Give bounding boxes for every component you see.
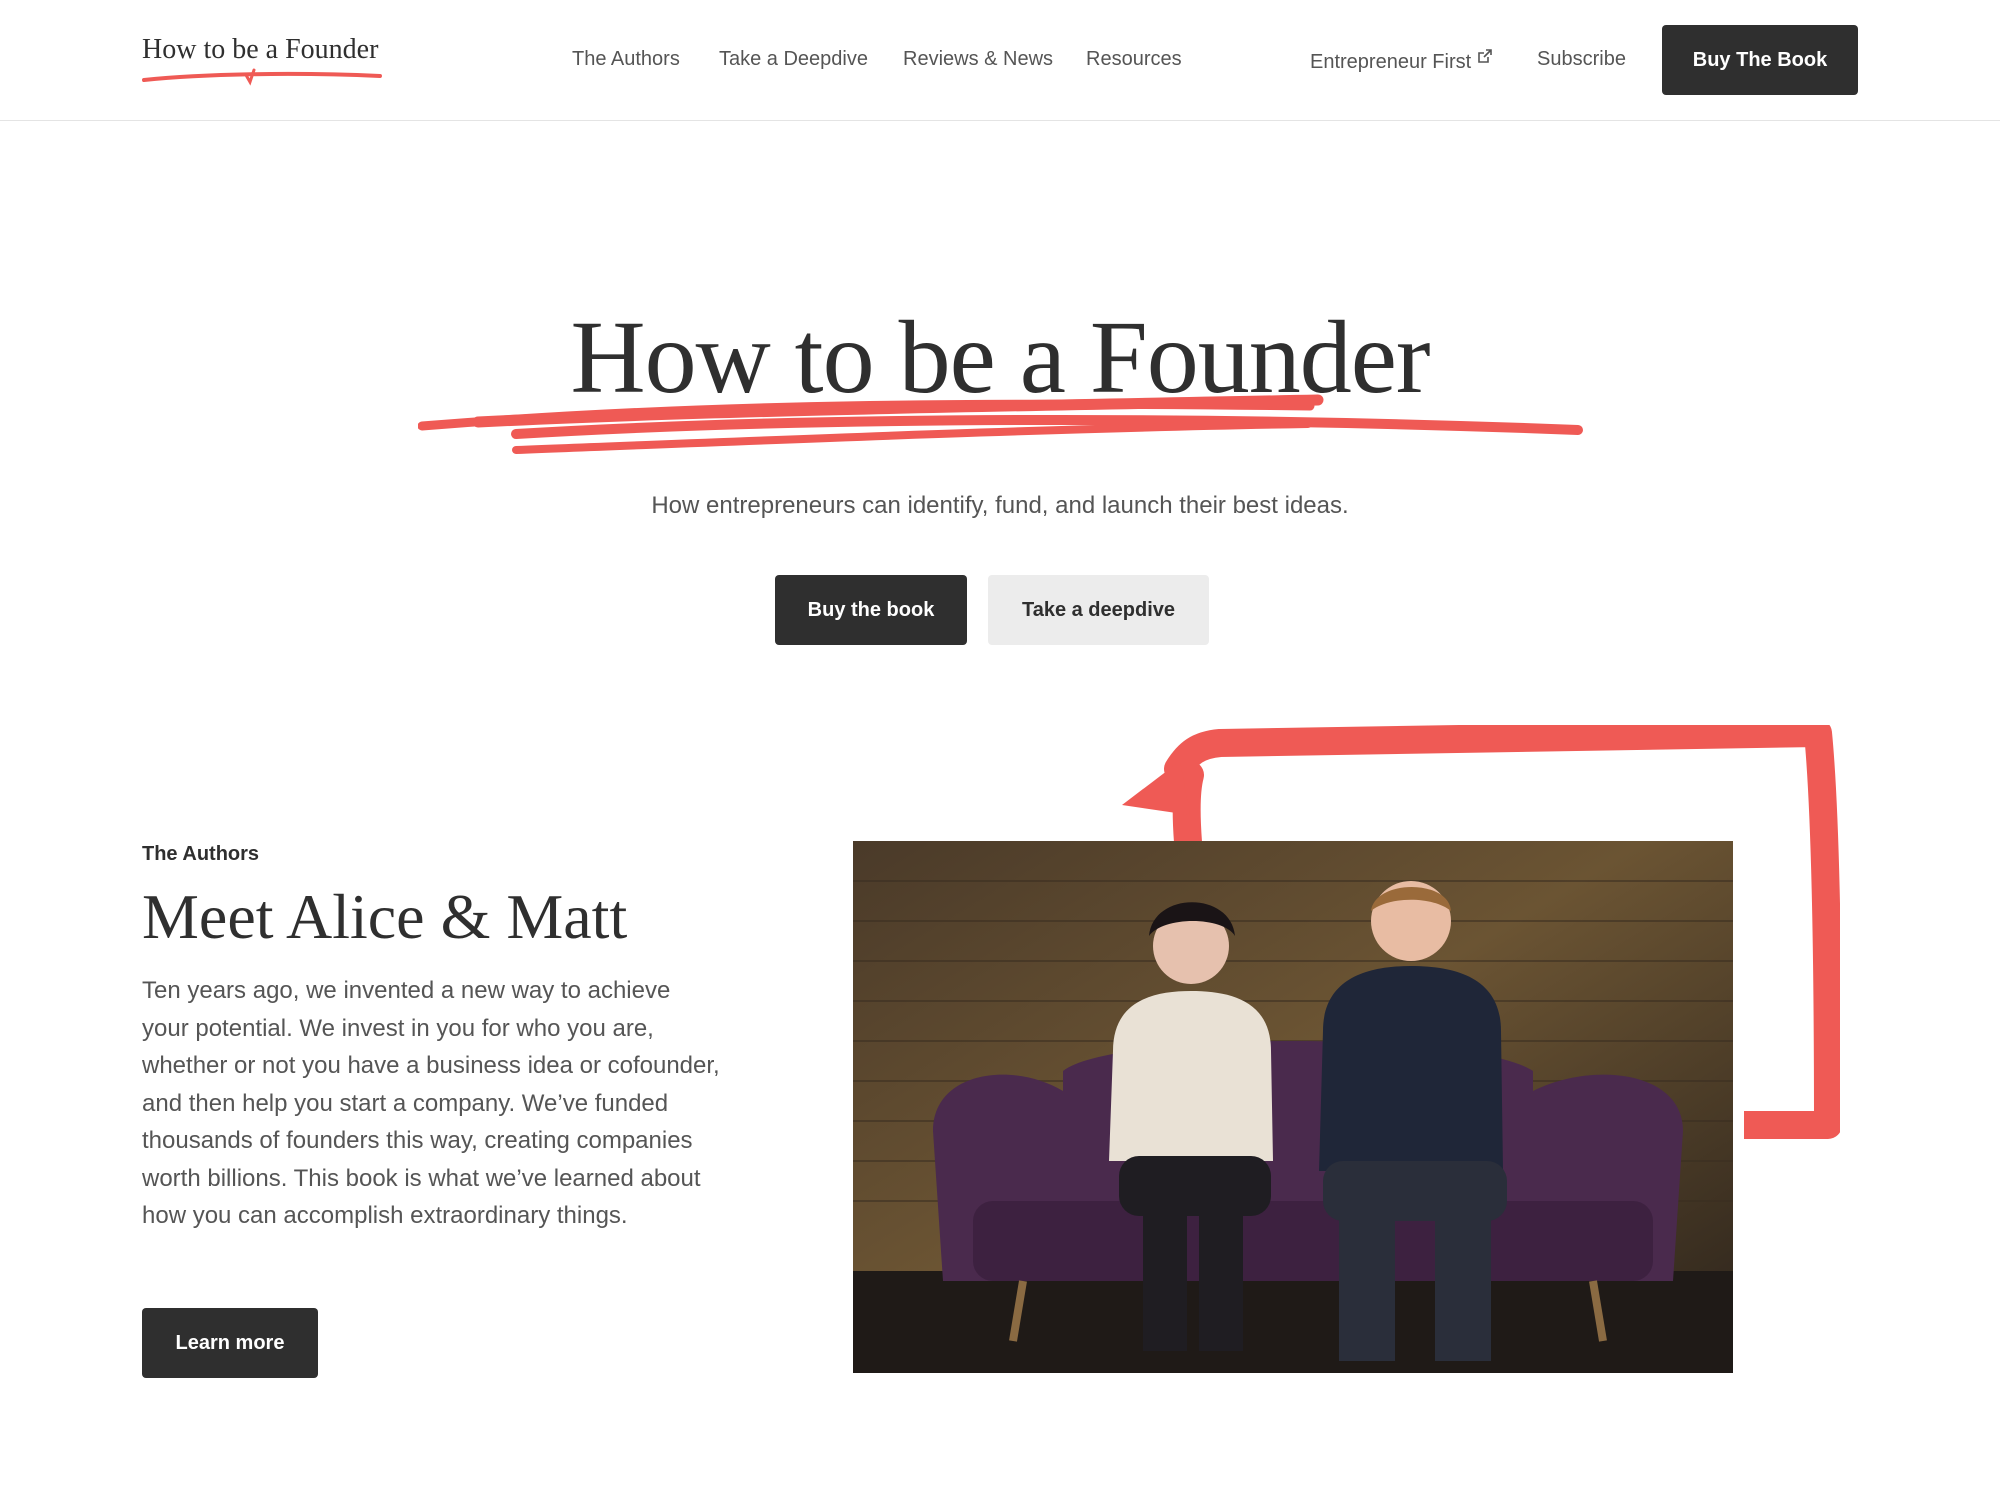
authors-body: Ten years ago, we invented a new way to …	[142, 977, 720, 1229]
authors-eyebrow: The Authors	[142, 843, 260, 865]
external-link-icon	[1478, 49, 1492, 63]
authors-photo	[853, 841, 1733, 1373]
logo-text: How to be a Founder	[142, 34, 379, 65]
learn-more-button[interactable]: Learn more	[142, 1308, 318, 1378]
hero-buy-the-book-button[interactable]: Buy the book	[775, 575, 967, 645]
nav-the-authors[interactable]: The Authors	[572, 48, 680, 71]
nav-subscribe[interactable]: Subscribe	[1537, 48, 1626, 71]
nav-entrepreneur-first[interactable]: Entrepreneur First	[1310, 48, 1493, 74]
site-header: How to be a Founder The Authors Take a D…	[0, 0, 2000, 121]
nav-entrepreneur-first-label: Entrepreneur First	[1310, 51, 1472, 73]
nav-reviews-news[interactable]: Reviews & News	[903, 48, 1053, 71]
hero-title: How to be a Founder	[570, 300, 1430, 415]
hero-subtitle: How entrepreneurs can identify, fund, an…	[651, 492, 1349, 519]
hero-take-a-deepdive-button[interactable]: Take a deepdive	[988, 575, 1209, 645]
nav-take-a-deepdive[interactable]: Take a Deepdive	[719, 48, 868, 71]
logo-swoosh-icon	[142, 68, 382, 86]
authors-photo-illustration	[853, 841, 1733, 1373]
nav-resources[interactable]: Resources	[1086, 48, 1182, 71]
authors-title: Meet Alice & Matt	[142, 881, 628, 952]
site-logo[interactable]: How to be a Founder	[142, 34, 402, 96]
header-buy-the-book-button[interactable]: Buy The Book	[1662, 25, 1858, 95]
